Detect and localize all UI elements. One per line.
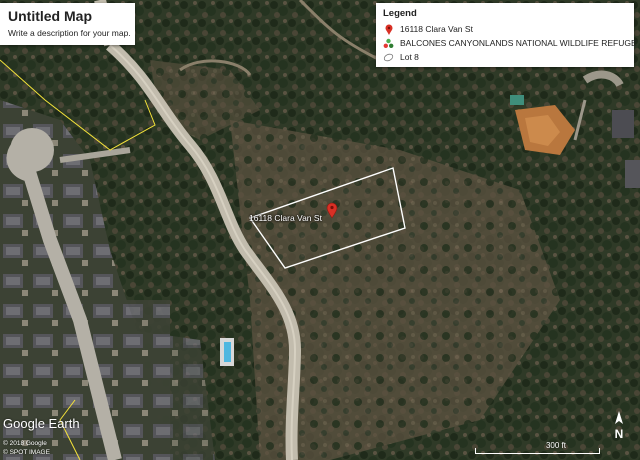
red-pin-icon	[383, 24, 394, 35]
copyright-line: © SPOT IMAGE	[3, 449, 50, 456]
legend-item-label: 16118 Clara Van St	[400, 24, 473, 34]
map-title[interactable]: Untitled Map	[8, 8, 127, 25]
legend-item-refuge[interactable]: BALCONES CANYONLANDS NATIONAL WILDLIFE R…	[383, 36, 637, 50]
cluster-icon	[383, 38, 394, 49]
compass-icon[interactable]: N	[606, 410, 632, 442]
scale-bar-line	[475, 448, 600, 454]
pin-label: 16118 Clara Van St	[249, 213, 322, 223]
copyright-text: © 2018 Google © SPOT IMAGE	[3, 439, 50, 457]
satellite-map[interactable]	[0, 0, 640, 460]
compass-label: N	[615, 427, 624, 441]
legend-panel: Legend 16118 Clara Van St BALCONES CANYO…	[376, 3, 637, 67]
legend-item-address[interactable]: 16118 Clara Van St	[383, 22, 627, 36]
legend-item-label: BALCONES CANYONLANDS NATIONAL WILDLIFE R…	[400, 38, 637, 48]
polygon-icon	[383, 52, 394, 63]
legend-item-label: Lot 8	[400, 52, 419, 62]
copyright-line: © 2018 Google	[3, 440, 47, 447]
map-description[interactable]: Write a description for your map.	[8, 28, 131, 38]
scale-bar: 300 ft	[475, 440, 600, 456]
legend-heading: Legend	[383, 8, 417, 19]
map-title-card[interactable]: Untitled Map Write a description for you…	[0, 3, 135, 45]
legend-item-lot[interactable]: Lot 8	[383, 50, 627, 64]
google-earth-logo: Google Earth	[3, 416, 80, 431]
